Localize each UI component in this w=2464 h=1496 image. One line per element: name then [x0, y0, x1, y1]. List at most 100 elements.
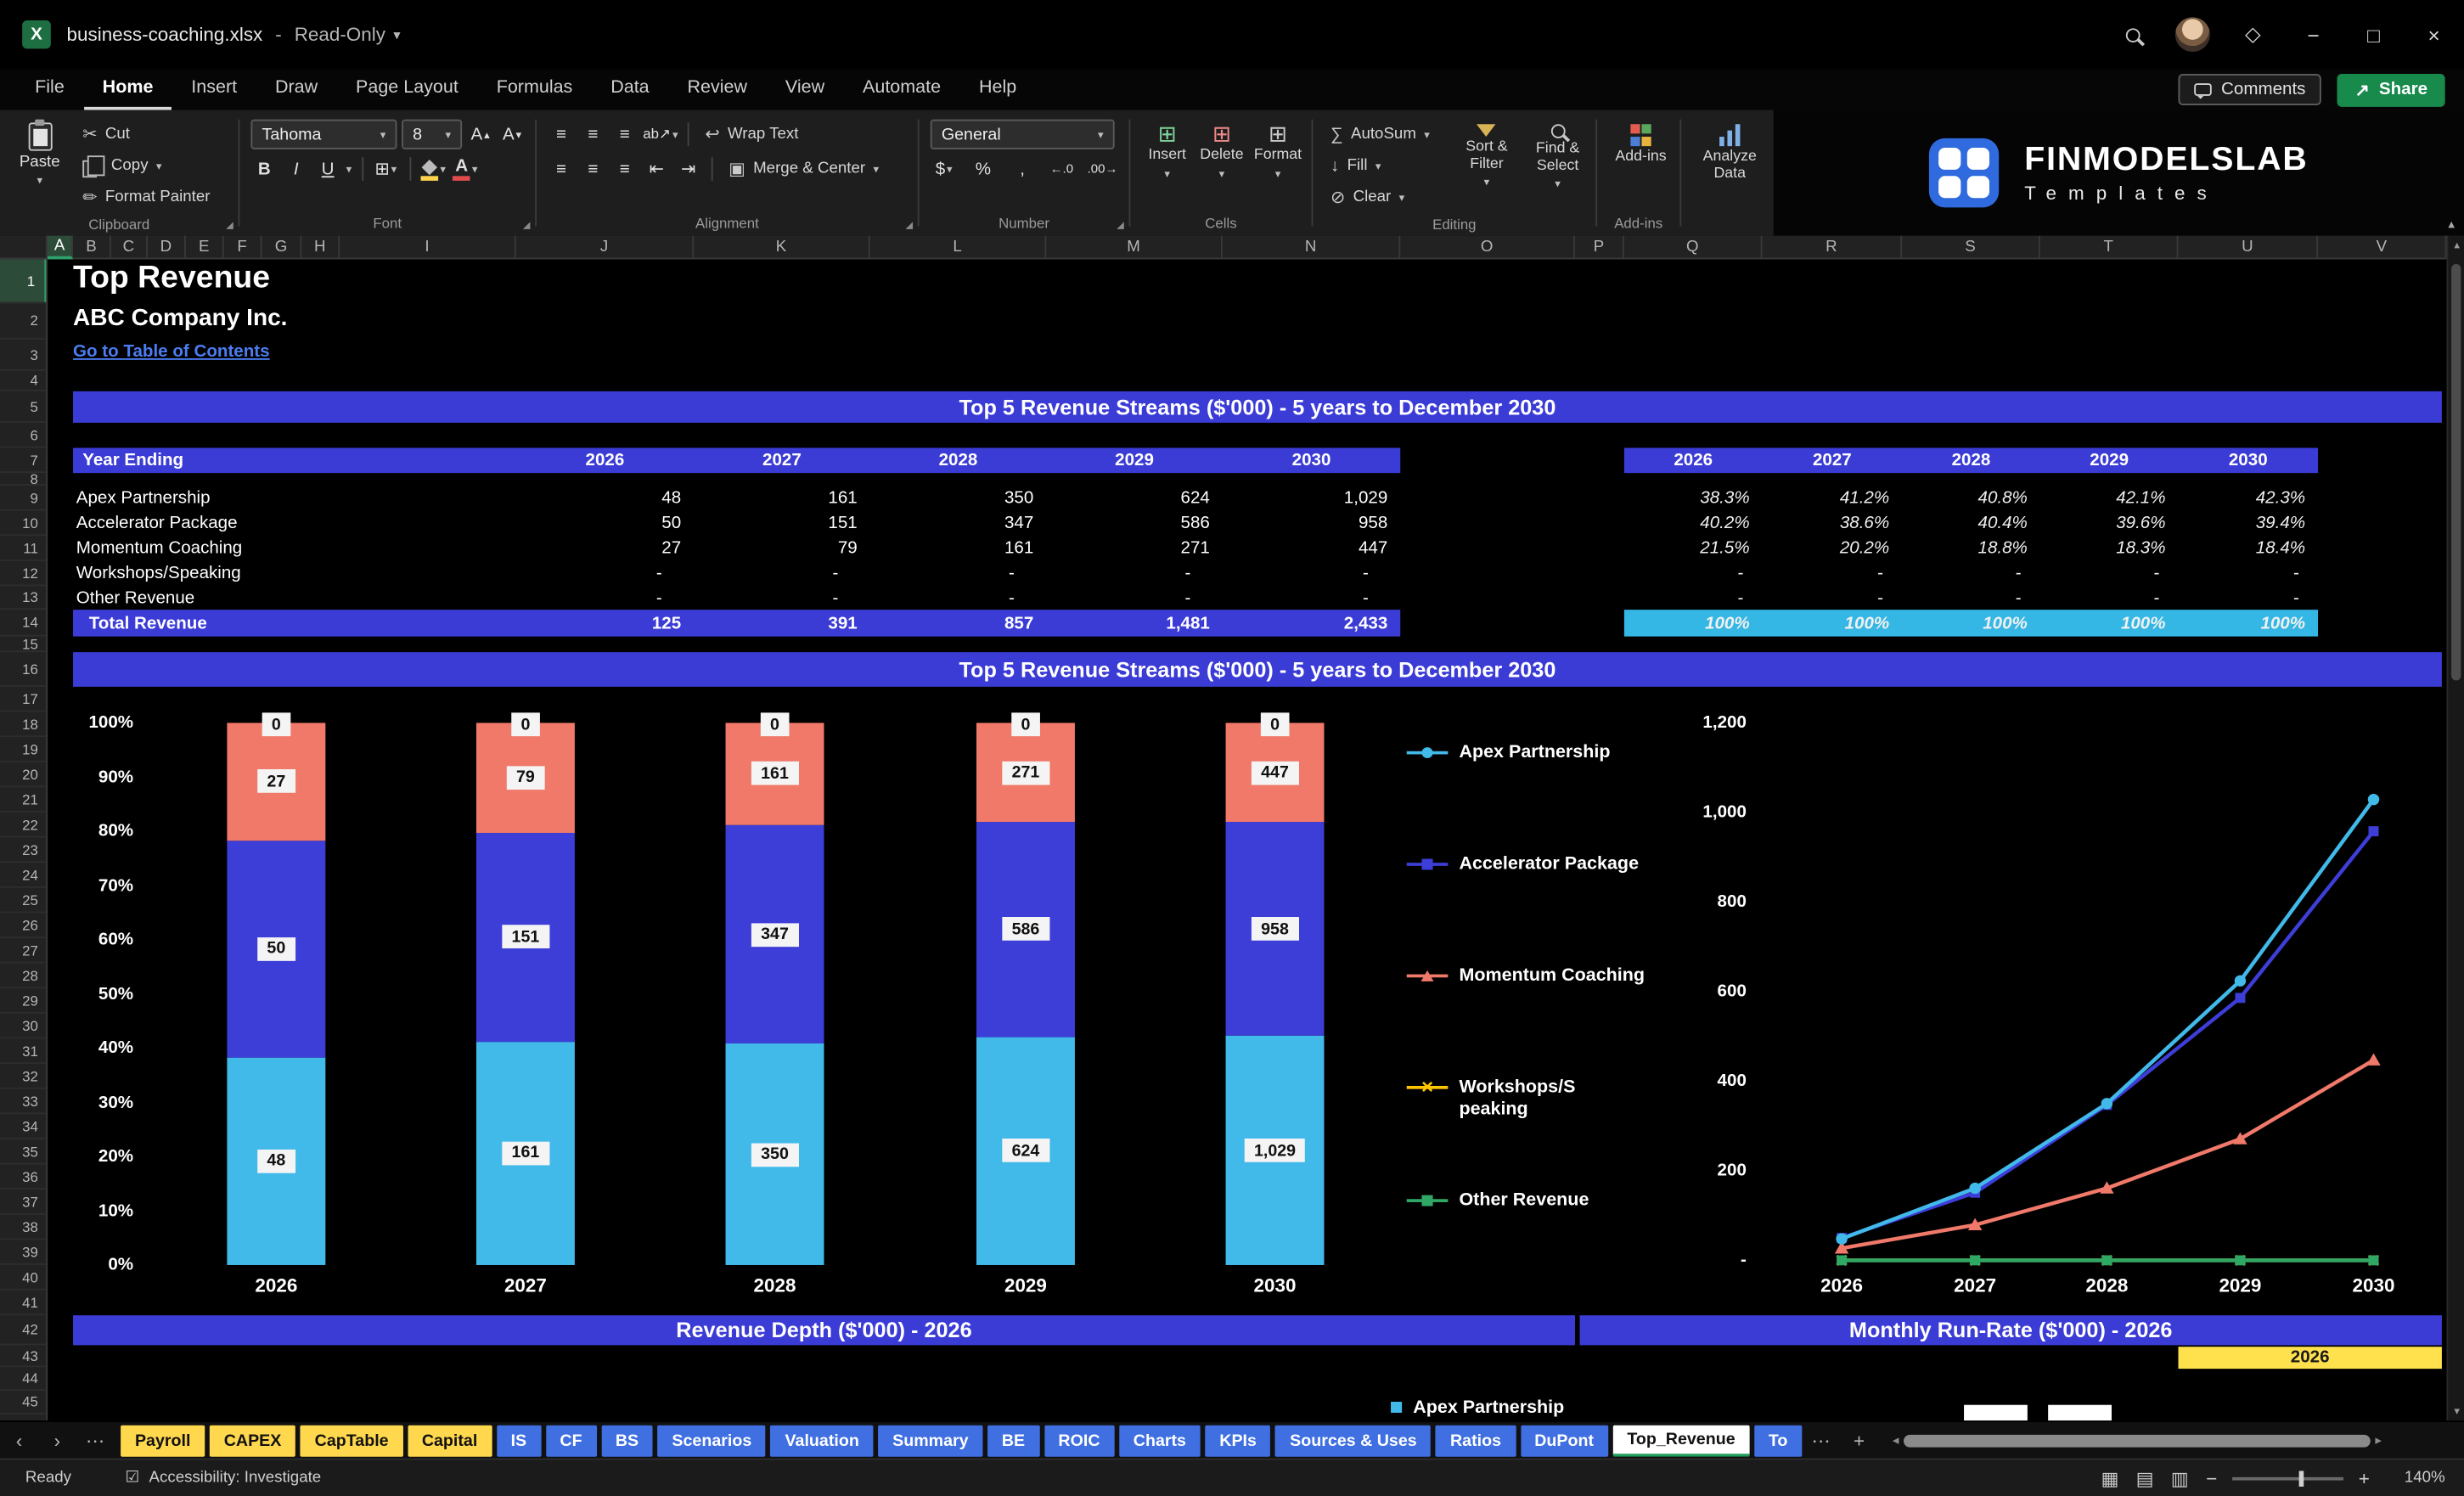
stream-value[interactable]: 958 [1223, 511, 1387, 535]
stream-value[interactable]: - [516, 561, 662, 585]
row-header-21[interactable]: 21 [0, 787, 47, 813]
total-value[interactable]: 125 [516, 611, 681, 637]
fill-button[interactable]: ↓ Fill ▾ [1324, 151, 1447, 181]
stream-name[interactable]: Momentum Coaching [76, 536, 489, 560]
row-header-13[interactable]: 13 [0, 586, 47, 610]
comma-style-button[interactable]: , [1009, 154, 1036, 183]
find-select-button[interactable]: Find & Select ▾ [1526, 120, 1589, 194]
stream-value[interactable]: 447 [1223, 536, 1387, 560]
sheet-list-icon[interactable]: ⋯ [76, 1429, 115, 1451]
zoom-out-button[interactable]: − [2197, 1467, 2226, 1489]
stream-pct[interactable]: 40.2% [1624, 511, 1749, 535]
sheet-tab-DuPont[interactable]: DuPont [1520, 1424, 1608, 1456]
scroll-left-icon[interactable]: ◂ [1893, 1433, 1899, 1448]
clear-button[interactable]: ⊘ Clear ▾ [1324, 183, 1447, 212]
stream-value[interactable]: 79 [694, 536, 858, 560]
row-header-32[interactable]: 32 [0, 1064, 47, 1089]
row-header-20[interactable]: 20 [0, 762, 47, 788]
row-header-15[interactable]: 15 [0, 636, 47, 653]
horizontal-scroll-thumb[interactable] [1904, 1433, 2371, 1447]
total-value[interactable]: 857 [870, 611, 1033, 637]
sheet-title[interactable]: Top Revenue [73, 261, 270, 297]
year-header[interactable]: 2028 [870, 448, 1047, 474]
stream-name[interactable]: Accelerator Package [76, 511, 489, 535]
column-header-F[interactable]: F [224, 235, 262, 260]
sheet-tab-Valuation[interactable]: Valuation [770, 1424, 874, 1456]
orientation-button[interactable]: ab↗ ▾ [643, 120, 678, 149]
stream-value[interactable]: - [1223, 561, 1369, 585]
scroll-down-icon[interactable]: ▾ [2448, 1405, 2464, 1418]
borders-button[interactable]: ⊞ ▾ [373, 154, 400, 183]
row-header-12[interactable]: 12 [0, 561, 47, 587]
stream-pct[interactable]: 18.8% [1902, 536, 2028, 560]
dialog-launcher-icon[interactable]: ◢ [523, 220, 531, 231]
increase-indent-icon[interactable]: ⇥ [675, 154, 702, 183]
fill-color-button[interactable]: ▾ [420, 154, 447, 183]
menu-tab-insert[interactable]: Insert [172, 69, 256, 110]
total-pct[interactable]: 100% [2040, 611, 2166, 637]
sheet-tab-Ratios[interactable]: Ratios [1436, 1424, 1516, 1456]
column-header-V[interactable]: V [2318, 235, 2447, 260]
stream-pct[interactable]: 20.2% [1763, 536, 1889, 560]
column-header-C[interactable]: C [111, 235, 148, 260]
stream-value[interactable]: - [516, 586, 662, 610]
row-header-43[interactable]: 43 [0, 1345, 47, 1368]
row-header-40[interactable]: 40 [0, 1265, 47, 1291]
stream-value[interactable]: - [1046, 561, 1191, 585]
italic-button[interactable]: I [283, 154, 310, 183]
chevron-down-icon[interactable]: ▾ [346, 163, 352, 175]
zoom-level[interactable]: 140% [2378, 1470, 2445, 1487]
stream-pct[interactable]: - [2179, 561, 2299, 585]
collapse-ribbon-icon[interactable]: ▴ [2448, 217, 2455, 231]
row-header-23[interactable]: 23 [0, 838, 47, 863]
column-header-M[interactable]: M [1046, 235, 1223, 260]
font-name-combobox[interactable]: Tahoma ▾ [250, 119, 397, 149]
sheet-tab-KPIs[interactable]: KPIs [1205, 1424, 1271, 1456]
delete-cells-button[interactable]: ⊞ Delete ▾ [1196, 120, 1248, 184]
align-bottom-icon[interactable]: ≡ [611, 120, 639, 149]
row-header-29[interactable]: 29 [0, 988, 47, 1014]
stream-pct[interactable]: - [1763, 561, 1883, 585]
stream-pct[interactable]: 39.6% [2040, 511, 2165, 535]
row-header-37[interactable]: 37 [0, 1189, 47, 1215]
column-header-U[interactable]: U [2179, 235, 2319, 260]
addins-button[interactable]: Add-ins [1608, 120, 1674, 166]
copy-button[interactable]: Copy ▾ [76, 151, 217, 181]
stream-value[interactable]: 586 [1046, 511, 1210, 535]
sheet-nav-right-icon[interactable]: › [38, 1429, 76, 1451]
year-header-pct[interactable]: 2029 [2040, 448, 2179, 474]
row-header-24[interactable]: 24 [0, 863, 47, 888]
merge-center-button[interactable]: ▣ Merge & Center ▾ [723, 154, 886, 183]
sheet-tab-Sources-Uses[interactable]: Sources & Uses [1275, 1424, 1432, 1456]
row-header-14[interactable]: 14 [0, 610, 47, 637]
row-header-25[interactable]: 25 [0, 888, 47, 914]
vertical-scrollbar[interactable]: ▴ ▾ [2446, 235, 2464, 1421]
percent-style-button[interactable]: % [970, 154, 997, 183]
column-header-H[interactable]: H [301, 235, 340, 260]
stream-pct[interactable]: 40.8% [1902, 486, 2028, 509]
row-header-35[interactable]: 35 [0, 1139, 47, 1165]
autosum-button[interactable]: ∑ AutoSum ▾ [1324, 120, 1447, 149]
font-color-button[interactable]: A ▾ [452, 154, 479, 183]
year-header[interactable]: 2029 [1046, 448, 1223, 474]
comments-button[interactable]: Comments [2178, 73, 2322, 106]
font-size-combobox[interactable]: 8 ▾ [402, 119, 463, 149]
stream-pct[interactable]: 41.2% [1763, 486, 1889, 509]
menu-tab-help[interactable]: Help [960, 69, 1036, 110]
stream-name[interactable]: Apex Partnership [76, 486, 489, 509]
row-header-5[interactable]: 5 [0, 391, 47, 423]
paste-button[interactable]: Paste ▾ [11, 119, 68, 187]
stream-pct[interactable]: - [1624, 561, 1743, 585]
page-break-view-icon[interactable]: ▥ [2163, 1467, 2197, 1489]
underline-button[interactable]: U [314, 154, 341, 183]
column-header-A[interactable]: A [48, 235, 74, 260]
zoom-slider-thumb[interactable] [2298, 1470, 2304, 1487]
stream-pct[interactable]: - [2040, 561, 2159, 585]
stream-pct[interactable]: 21.5% [1624, 536, 1749, 560]
row-header-34[interactable]: 34 [0, 1114, 47, 1139]
total-pct[interactable]: 100% [1902, 611, 2028, 637]
zoom-in-button[interactable]: + [2349, 1467, 2378, 1489]
stream-pct[interactable]: 38.3% [1624, 486, 1749, 509]
account-avatar[interactable] [2163, 0, 2223, 69]
menu-tab-review[interactable]: Review [668, 69, 766, 110]
